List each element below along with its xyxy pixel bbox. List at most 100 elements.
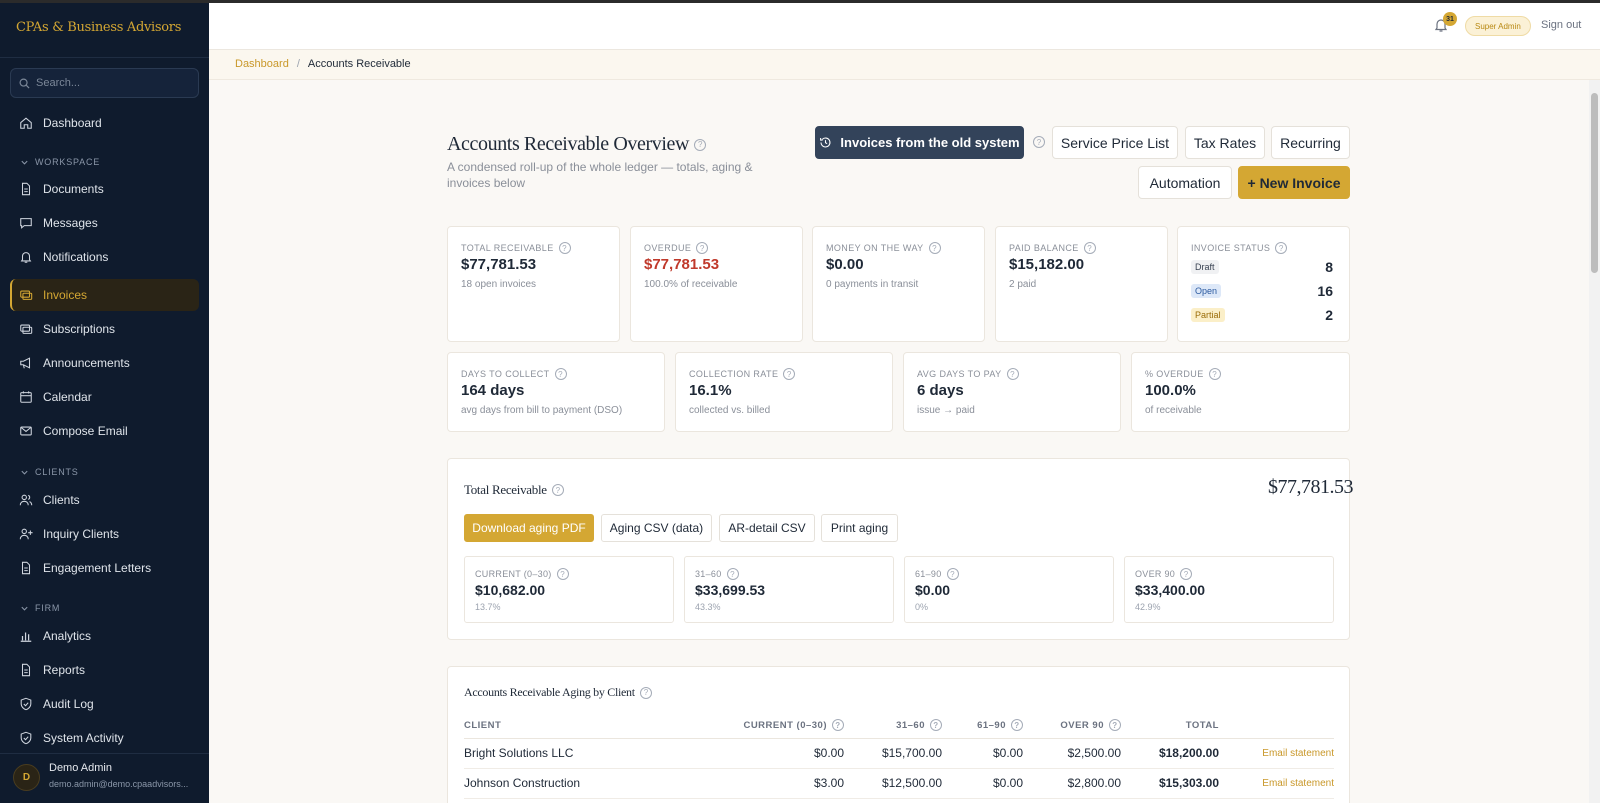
history-icon xyxy=(820,137,831,148)
help-icon[interactable]: ? xyxy=(558,242,571,254)
search-input[interactable] xyxy=(36,77,186,89)
help-icon[interactable]: ? xyxy=(1208,368,1221,380)
sidebar-item-system-activity[interactable]: System Activity xyxy=(10,722,199,754)
automation-button[interactable]: Automation xyxy=(1138,166,1232,199)
sidebar-item-reports[interactable]: Reports xyxy=(10,654,199,686)
client-name[interactable]: Bright Solutions LLC xyxy=(464,738,704,769)
section-firm[interactable]: FIRM xyxy=(20,603,60,613)
help-icon[interactable]: ? xyxy=(554,368,567,380)
aging-table: CLIENT CURRENT (0–30)? 31–60? 61–90? OVE… xyxy=(464,713,1334,799)
kpi-value: $0.00 xyxy=(826,256,864,273)
help-icon[interactable]: ? xyxy=(783,368,796,380)
breadcrumb-dashboard-link[interactable]: Dashboard xyxy=(235,58,289,70)
brand-logo[interactable]: CPAs & Business Advisors xyxy=(16,20,181,35)
status-row-partial[interactable]: Partial 2 xyxy=(1191,307,1333,323)
section-workspace[interactable]: WORKSPACE xyxy=(20,157,100,167)
sidebar-item-documents[interactable]: Documents xyxy=(10,173,199,205)
sidebar-item-inquiry-clients[interactable]: Inquiry Clients xyxy=(10,518,199,550)
column-header-61-90[interactable]: 61–90? xyxy=(942,713,1023,739)
help-icon[interactable]: ? xyxy=(694,138,707,151)
help-icon[interactable]: ? xyxy=(1275,242,1288,254)
status-count: 2 xyxy=(1325,307,1333,323)
page-title: Accounts Receivable Overview ? xyxy=(447,133,707,156)
help-icon[interactable]: ? xyxy=(1109,719,1121,732)
scrollbar-thumb[interactable] xyxy=(1591,93,1598,273)
kpi-subtext: 18 open invoices xyxy=(461,279,537,290)
sign-out-link[interactable]: Sign out xyxy=(1541,19,1581,31)
help-icon[interactable]: ? xyxy=(1006,368,1019,380)
section-clients[interactable]: CLIENTS xyxy=(20,467,79,477)
help-icon[interactable]: ? xyxy=(696,242,709,254)
help-icon[interactable]: ? xyxy=(930,719,942,732)
aging-bucket-current: CURRENT (0–30)? $10,682.00 13.7% xyxy=(464,556,674,623)
help-icon[interactable]: ? xyxy=(1180,568,1193,580)
sidebar-item-notifications[interactable]: Notifications xyxy=(10,241,199,273)
chevron-down-icon xyxy=(21,160,28,165)
breadcrumb-current: Accounts Receivable xyxy=(307,58,411,70)
sidebar-item-engagement-letters[interactable]: Engagement Letters xyxy=(10,552,199,584)
help-icon[interactable]: ? xyxy=(551,484,564,496)
sidebar-item-announcements[interactable]: Announcements xyxy=(10,347,199,379)
mail-icon xyxy=(20,426,32,436)
cell-over-90: $2,800.00 xyxy=(1023,768,1121,799)
email-statement-link[interactable]: Email statement xyxy=(1219,768,1334,799)
kpi-subtext: 0 payments in transit xyxy=(826,279,919,290)
tax-rates-button[interactable]: Tax Rates xyxy=(1185,126,1265,159)
email-statement-link[interactable]: Email statement xyxy=(1219,738,1334,769)
sidebar-item-compose-email[interactable]: Compose Email xyxy=(10,415,199,447)
column-header-31-60[interactable]: 31–60? xyxy=(844,713,942,739)
table-row[interactable]: Johnson Construction $3.00 $12,500.00 $0… xyxy=(464,768,1334,799)
help-icon[interactable]: ? xyxy=(639,686,652,699)
help-icon[interactable]: ? xyxy=(556,568,569,580)
sidebar-item-label: Subscriptions xyxy=(43,322,116,336)
new-invoice-button[interactable]: + New Invoice xyxy=(1238,166,1350,199)
recurring-button[interactable]: Recurring xyxy=(1271,126,1350,159)
breadcrumb: Dashboard / Accounts Receivable xyxy=(235,58,411,70)
sidebar-item-analytics[interactable]: Analytics xyxy=(10,620,199,652)
sidebar-item-clients[interactable]: Clients xyxy=(10,484,199,516)
help-icon[interactable]: ? xyxy=(928,242,941,254)
status-row-draft[interactable]: Draft 8 xyxy=(1191,259,1333,275)
service-price-list-button[interactable]: Service Price List xyxy=(1052,126,1178,159)
client-name[interactable]: Johnson Construction xyxy=(464,768,704,799)
download-aging-pdf-button[interactable]: Download aging PDF xyxy=(464,514,594,542)
sidebar-item-label: Calendar xyxy=(43,390,92,404)
user-email: demo.admin@demo.cpaadvisors... xyxy=(49,779,189,789)
user-name: Demo Admin xyxy=(49,762,112,774)
bell-icon xyxy=(20,252,32,263)
kpi-invoice-status: INVOICE STATUS? Draft 8 Open 16 Partial … xyxy=(1177,226,1350,342)
column-header-current[interactable]: CURRENT (0–30)? xyxy=(704,713,844,739)
sidebar-item-dashboard[interactable]: Dashboard xyxy=(10,107,199,139)
status-count: 16 xyxy=(1317,283,1333,299)
aging-csv-button[interactable]: Aging CSV (data) xyxy=(601,514,712,542)
cell-current: $0.00 xyxy=(704,738,844,769)
help-icon[interactable]: ? xyxy=(1083,242,1096,254)
kpi-subtext: of receivable xyxy=(1145,405,1202,416)
user-plus-icon xyxy=(19,528,33,540)
column-header-total[interactable]: TOTAL xyxy=(1121,713,1219,739)
help-icon[interactable]: ? xyxy=(832,719,844,732)
table-row[interactable]: Bright Solutions LLC $0.00 $15,700.00 $0… xyxy=(464,738,1334,769)
invoice-icon xyxy=(20,290,33,300)
status-row-open[interactable]: Open 16 xyxy=(1191,283,1333,299)
chevron-down-icon xyxy=(21,606,28,611)
search-icon xyxy=(19,78,30,89)
sidebar-item-subscriptions[interactable]: Subscriptions xyxy=(10,313,199,345)
status-badge: Partial xyxy=(1191,308,1225,322)
old-system-invoices-button[interactable]: Invoices from the old system xyxy=(815,126,1024,159)
kpi-paid-balance: PAID BALANCE? $15,182.00 2 paid xyxy=(995,226,1168,342)
help-icon[interactable]: ? xyxy=(726,568,739,580)
avatar[interactable]: D xyxy=(13,764,40,791)
print-aging-button[interactable]: Print aging xyxy=(821,514,898,542)
sidebar-item-calendar[interactable]: Calendar xyxy=(10,381,199,413)
column-header-client[interactable]: CLIENT xyxy=(464,713,704,739)
help-icon[interactable]: ? xyxy=(946,568,959,580)
sidebar-item-audit-log[interactable]: Audit Log xyxy=(10,688,199,720)
help-icon[interactable]: ? xyxy=(1033,136,1045,148)
help-icon[interactable]: ? xyxy=(1011,719,1023,732)
column-header-over-90[interactable]: OVER 90? xyxy=(1023,713,1121,739)
ar-detail-csv-button[interactable]: AR-detail CSV xyxy=(719,514,815,542)
sidebar-item-invoices[interactable]: Invoices xyxy=(10,279,199,311)
sidebar-item-label: Reports xyxy=(43,663,86,677)
sidebar-item-messages[interactable]: Messages xyxy=(10,207,199,239)
